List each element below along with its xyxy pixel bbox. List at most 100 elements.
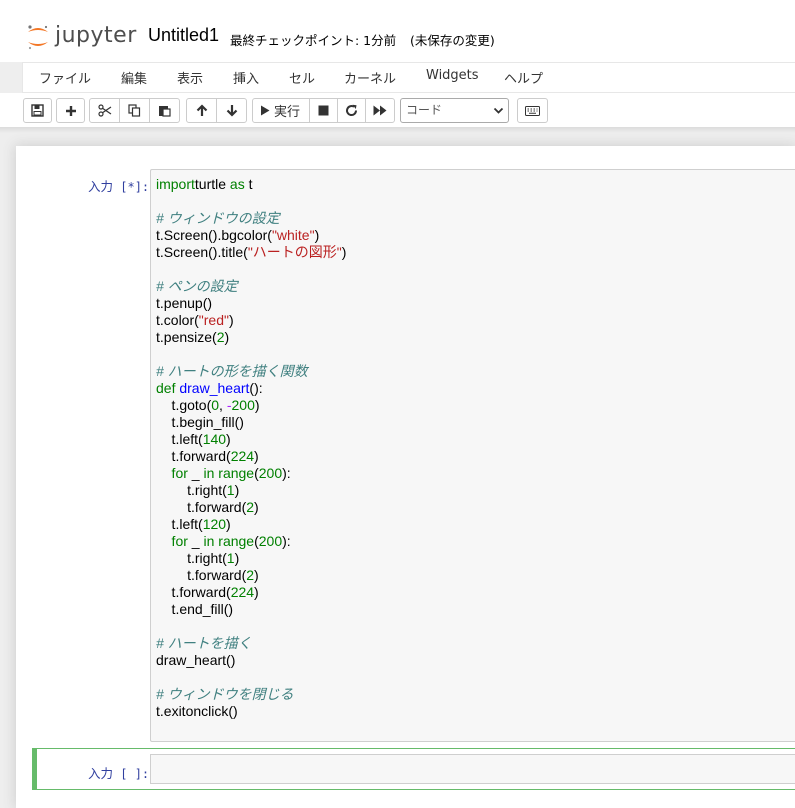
code-token: ) (226, 516, 231, 532)
code-editor-empty[interactable] (150, 754, 795, 784)
code-editor[interactable]: importturtle as t​# ウィンドウの設定t.Screen().b… (150, 169, 795, 742)
code-line: t.penup() (156, 295, 346, 312)
interrupt-button[interactable] (309, 98, 338, 123)
code-token: as (226, 176, 245, 192)
code-cell-selected[interactable]: 入力 [ ]: (32, 748, 795, 790)
code-token: t.right( (156, 482, 227, 498)
code-line: ​ (156, 261, 346, 278)
menubar: ファイル 編集 表示 挿入 セル カーネル Widgets ヘルプ (22, 62, 795, 93)
menu-view[interactable]: 表示 (177, 68, 203, 87)
code-token: t.penup() (156, 295, 213, 311)
menu-widgets[interactable]: Widgets (426, 68, 479, 83)
code-token: t.color( (156, 312, 199, 328)
restart-button[interactable] (337, 98, 366, 123)
code-line: t.right(1) (156, 482, 346, 499)
code-token: t.end_fill() (156, 601, 234, 617)
code-token: t.pensize( (156, 329, 217, 345)
arrow-down-icon (226, 105, 237, 117)
logo-text: jupyter (55, 23, 137, 48)
code-line: t.goto(0, -200) (156, 397, 346, 414)
code-line: for _ in range(200): (156, 533, 346, 550)
code-line: for _ in range(200): (156, 465, 346, 482)
code-token: for (156, 465, 188, 481)
menu-file[interactable]: ファイル (39, 68, 91, 87)
code-token: "ハートの図形" (247, 244, 342, 260)
code-token: 200 (258, 465, 283, 481)
code-token: 1 (226, 550, 235, 566)
code-token: ) (226, 431, 231, 447)
restart-icon (346, 104, 358, 117)
code-token: ) (234, 550, 240, 566)
menu-edit[interactable]: 編集 (121, 68, 147, 87)
paste-button[interactable] (149, 98, 180, 123)
input-prompt-label: 入力 (88, 179, 114, 194)
toolbar: 実行 コード (0, 93, 795, 127)
code-token: 140 (202, 431, 227, 447)
code-line: # ウィンドウを閉じる (156, 686, 346, 703)
code-token: import (156, 176, 195, 192)
code-token: ) (254, 584, 259, 600)
code-token: ) (228, 312, 234, 328)
code-token: in (203, 533, 215, 549)
code-line: t.forward(224) (156, 448, 346, 465)
arrow-up-icon (196, 104, 207, 116)
code-line: t.left(120) (156, 516, 346, 533)
code-line: t.right(1) (156, 550, 346, 567)
notebook-container: 入力 [*]: importturtle as t​# ウィンドウの設定t.Sc… (16, 146, 795, 808)
cell-type-select[interactable]: コード (400, 98, 509, 123)
command-palette-button[interactable] (517, 98, 548, 123)
code-line: # ペンの設定 (156, 278, 346, 295)
code-token: range (214, 465, 255, 481)
move-up-button[interactable] (186, 98, 217, 123)
code-token: t (244, 176, 253, 192)
code-token: ) (314, 227, 320, 243)
cut-button[interactable] (89, 98, 120, 123)
code-token: t.Screen().bgcolor( (156, 227, 272, 243)
menu-insert[interactable]: 挿入 (233, 68, 259, 87)
code-line: ​ (156, 193, 346, 210)
code-token: 2 (246, 567, 255, 583)
keyboard-icon (525, 105, 540, 116)
code-token: t.left( (156, 431, 203, 447)
code-token: draw_heart (179, 380, 250, 396)
copy-button[interactable] (119, 98, 150, 123)
paste-icon (159, 106, 171, 117)
menu-help[interactable]: ヘルプ (504, 68, 543, 87)
execution-count: [*]: (120, 180, 150, 194)
scissors-icon (97, 104, 111, 117)
code-token: t.forward( (156, 448, 231, 464)
code-token: ) (254, 448, 259, 464)
run-button[interactable]: 実行 (252, 98, 310, 123)
insert-cell-button[interactable] (56, 98, 85, 123)
code-token: 224 (230, 448, 255, 464)
code-token: 200 (231, 397, 255, 413)
restart-run-all-button[interactable] (365, 98, 395, 123)
code-token: t.begin_fill() (156, 414, 244, 430)
code-line: ​ (156, 669, 346, 686)
code-token: (): (249, 380, 263, 396)
autosave-status: (未保存の変更) (410, 33, 495, 48)
code-token: # ハートの形を描く関数 (156, 363, 308, 379)
menu-kernel[interactable]: カーネル (344, 68, 396, 87)
stop-icon (318, 105, 329, 116)
code-token: ) (234, 482, 240, 498)
code-token: 0 (211, 397, 220, 413)
code-token: # ハートを描く (156, 635, 252, 651)
code-line: t.pensize(2) (156, 329, 346, 346)
code-token: t.right( (156, 550, 227, 566)
menu-cell[interactable]: セル (289, 68, 315, 87)
code-line: t.exitonclick() (156, 703, 346, 720)
code-line: t.color("red") (156, 312, 346, 329)
code-line: t.forward(2) (156, 499, 346, 516)
code-token: ) (254, 397, 260, 413)
notebook-title[interactable]: Untitled1 (148, 25, 219, 46)
plus-icon (65, 105, 76, 116)
code-line: t.forward(224) (156, 584, 346, 601)
code-token: t.forward( (156, 584, 231, 600)
code-token: for (156, 533, 188, 549)
save-button[interactable] (23, 98, 52, 123)
move-down-button[interactable] (216, 98, 247, 123)
jupyter-logo-icon (28, 25, 48, 50)
code-content: importturtle as t​# ウィンドウの設定t.Screen().b… (156, 176, 346, 720)
code-token: range (214, 533, 255, 549)
